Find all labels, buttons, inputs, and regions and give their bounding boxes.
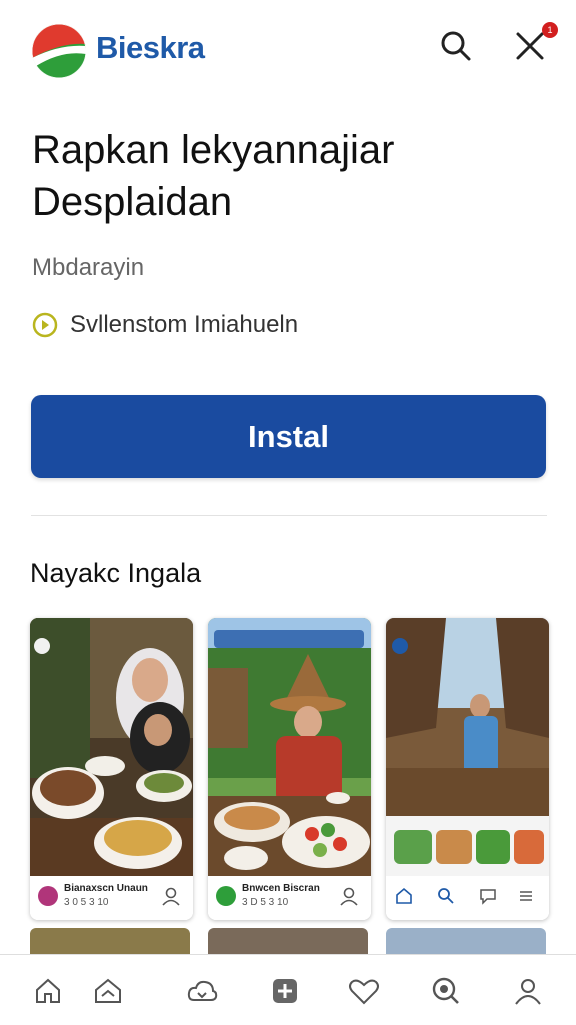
meta-label: Svllenstom Imiahueln	[70, 311, 299, 338]
developer-name: Mbdarayin	[32, 254, 145, 281]
screenshots-heading: Nayakc Ingala	[30, 558, 202, 588]
cloud-icon	[187, 980, 218, 1001]
user-icon	[340, 887, 358, 906]
clock-icon	[32, 312, 58, 338]
menu-icon	[520, 891, 532, 901]
nav-favorites[interactable]	[344, 971, 384, 1011]
food-gathering-image	[30, 618, 193, 876]
home-icon	[36, 978, 60, 1003]
discover-icon	[432, 977, 459, 1004]
heart-icon	[349, 979, 379, 1005]
store-icon	[95, 978, 121, 1003]
chat-icon	[480, 889, 496, 905]
card-caption: Bnwcen Biscran	[242, 883, 320, 894]
close-button[interactable]: 1	[510, 22, 558, 66]
install-button[interactable]: Instal	[31, 395, 546, 478]
search-icon	[441, 31, 471, 61]
close-icon	[516, 32, 544, 60]
search-icon	[438, 888, 454, 904]
nav-home[interactable]	[28, 971, 68, 1011]
brand-logo	[32, 24, 86, 78]
bottom-navigation	[0, 954, 576, 1025]
card-caption: Bianaxscn Unaun	[64, 883, 148, 894]
search-button[interactable]	[436, 26, 476, 66]
screenshot-card-1[interactable]: Bianaxscn Unaun 3 0 5 3 10	[30, 618, 193, 920]
village-market-image	[208, 618, 371, 876]
card-subcaption: 3 D 5 3 10	[242, 897, 289, 908]
market-street-image	[386, 618, 549, 876]
screenshot-card-2[interactable]: Bnwcen Biscran 3 D 5 3 10	[208, 618, 371, 920]
divider	[31, 515, 547, 516]
user-icon	[162, 887, 180, 906]
profile-icon	[515, 979, 541, 1005]
app-header: Bieskra 1	[0, 0, 576, 100]
nav-store[interactable]	[88, 971, 128, 1011]
avatar	[38, 886, 58, 906]
add-icon	[273, 979, 297, 1003]
nav-add[interactable]	[265, 971, 305, 1011]
nav-profile[interactable]	[508, 971, 548, 1011]
brand-name: Bieskra	[96, 30, 205, 65]
card-info: Bianaxscn Unaun 3 0 5 3 10	[30, 876, 193, 920]
home-icon	[396, 887, 412, 904]
notification-badge: 1	[542, 22, 558, 38]
screenshot-card-3[interactable]	[386, 618, 549, 920]
app-meta: Svllenstom Imiahueln	[32, 311, 298, 339]
nav-cloud[interactable]	[182, 971, 222, 1011]
card-info: Bnwcen Biscran 3 D 5 3 10	[208, 876, 371, 920]
card-subcaption: 3 0 5 3 10	[64, 897, 109, 908]
nav-discover[interactable]	[426, 971, 466, 1011]
avatar	[216, 886, 236, 906]
card-info	[386, 876, 549, 920]
app-title: Rapkan lekyannajiar Desplaidan	[32, 128, 395, 224]
status-bar	[30, 618, 193, 634]
